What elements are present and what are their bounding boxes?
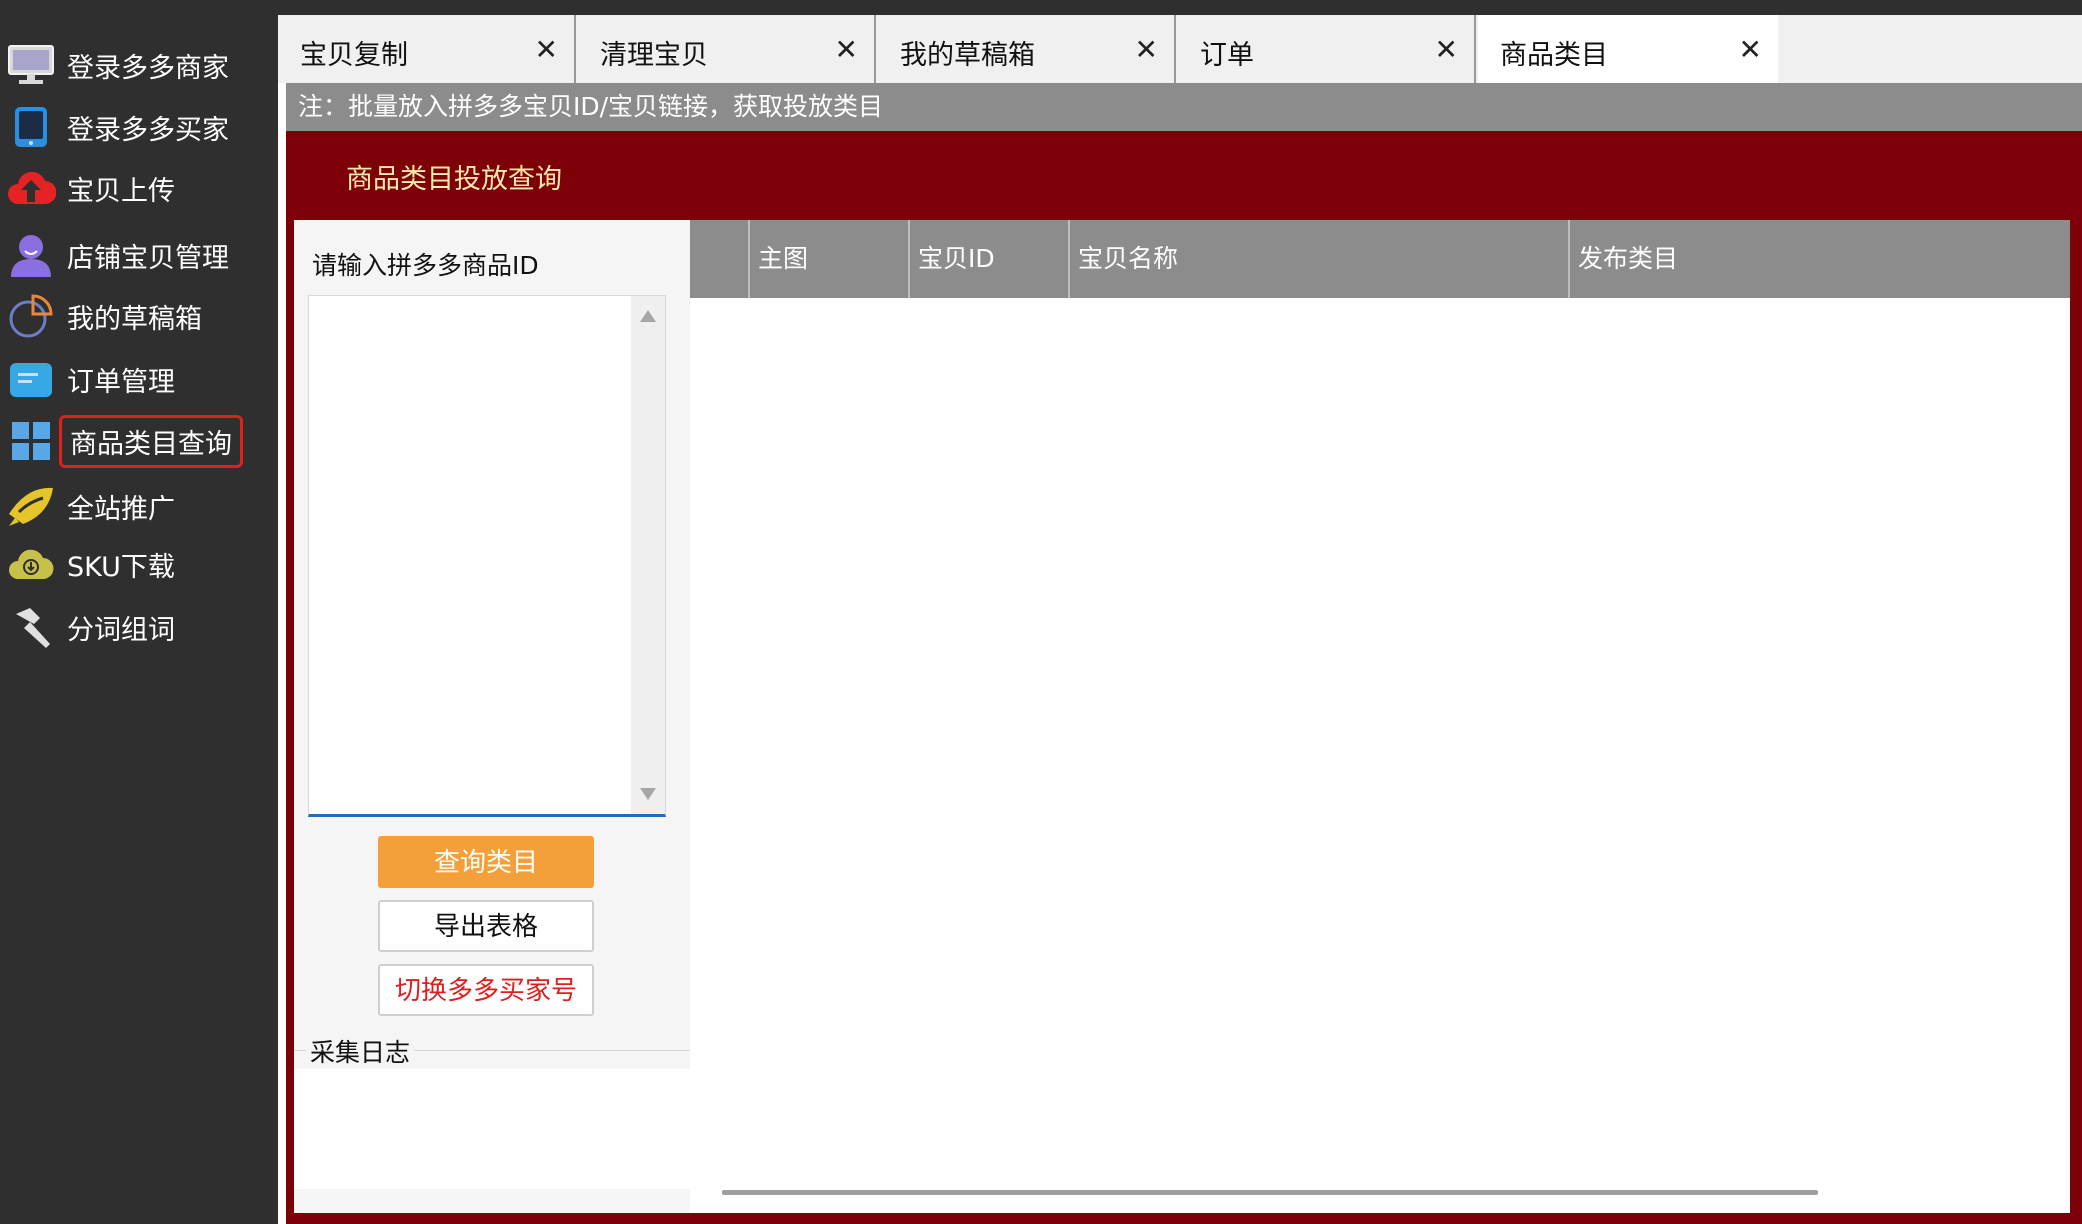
sidebar-item-login-merchant[interactable]: 登录多多商家 bbox=[0, 36, 278, 94]
results-grid: 主图 宝贝ID 宝贝名称 发布类目 bbox=[690, 220, 2070, 1213]
tab-drafts[interactable]: 我的草稿箱 ✕ bbox=[878, 15, 1176, 83]
collection-log-box[interactable] bbox=[294, 1069, 690, 1189]
sidebar-item-login-buyer[interactable]: 登录多多买家 bbox=[0, 98, 278, 156]
tab-item-copy[interactable]: 宝贝复制 ✕ bbox=[278, 15, 576, 83]
sidebar-item-segmentation[interactable]: 分词组词 bbox=[0, 598, 278, 656]
grid-icon bbox=[5, 415, 57, 467]
column-header-publish-category[interactable]: 发布类目 bbox=[1568, 220, 2070, 298]
tablet-icon bbox=[5, 101, 57, 153]
id-input-box bbox=[308, 295, 666, 817]
id-input-label: 请输入拼多多商品ID bbox=[312, 251, 539, 280]
main-window: 宝贝复制 ✕ 清理宝贝 ✕ 我的草稿箱 ✕ 订单 ✕ 商品类目 ✕ 注：批量放入… bbox=[278, 15, 2082, 1224]
sidebar-item-label: 我的草稿箱 bbox=[67, 303, 202, 335]
switch-buyer-account-button[interactable]: 切换多多买家号 bbox=[378, 964, 594, 1016]
sidebar: 登录多多商家 登录多多买家 宝贝上传 店铺宝贝管理 我的草稿箱 订单管理 商品类… bbox=[0, 0, 278, 1224]
column-header-main-image[interactable]: 主图 bbox=[748, 220, 908, 298]
scroll-down-icon[interactable] bbox=[640, 788, 656, 800]
notice-bar: 注：批量放入拼多多宝贝ID/宝贝链接，获取投放类目 bbox=[286, 83, 2082, 131]
column-header-select[interactable] bbox=[690, 220, 748, 298]
sidebar-item-upload[interactable]: 宝贝上传 bbox=[0, 159, 278, 217]
close-icon[interactable]: ✕ bbox=[1435, 33, 1458, 66]
horizontal-scrollbar[interactable] bbox=[722, 1190, 1818, 1195]
folder-icon bbox=[5, 353, 57, 405]
tab-label: 宝贝复制 bbox=[300, 40, 408, 71]
pie-chart-icon bbox=[5, 290, 57, 342]
cloud-upload-icon bbox=[5, 162, 57, 214]
tab-label: 商品类目 bbox=[1500, 40, 1608, 71]
sidebar-item-label: 登录多多买家 bbox=[67, 114, 229, 146]
hammer-icon bbox=[5, 601, 57, 653]
close-icon[interactable]: ✕ bbox=[535, 33, 558, 66]
sidebar-item-promotion[interactable]: 全站推广 bbox=[0, 477, 278, 535]
tab-clean-items[interactable]: 清理宝贝 ✕ bbox=[578, 15, 876, 83]
product-id-input[interactable] bbox=[309, 296, 629, 814]
sidebar-item-drafts[interactable]: 我的草稿箱 bbox=[0, 287, 278, 345]
collection-log-group: 采集日志 bbox=[294, 1033, 690, 1211]
sidebar-item-sku-download[interactable]: SKU下载 bbox=[0, 535, 278, 593]
user-icon bbox=[5, 229, 57, 281]
sidebar-item-orders[interactable]: 订单管理 bbox=[0, 350, 278, 408]
input-column: 请输入拼多多商品ID 查询类目 导出表格 切换多多买家号 采集日志 bbox=[294, 220, 694, 1213]
column-header-item-id[interactable]: 宝贝ID bbox=[908, 220, 1068, 298]
close-icon[interactable]: ✕ bbox=[1739, 33, 1762, 66]
content-frame: 注：批量放入拼多多宝贝ID/宝贝链接，获取投放类目 商品类目投放查询 请输入拼多… bbox=[286, 83, 2082, 1224]
tab-label: 订单 bbox=[1200, 40, 1254, 71]
export-table-button[interactable]: 导出表格 bbox=[378, 900, 594, 952]
sidebar-item-label: 订单管理 bbox=[67, 366, 175, 398]
sidebar-item-label: 商品类目查询 bbox=[59, 414, 243, 468]
sidebar-item-label: 宝贝上传 bbox=[67, 175, 175, 207]
rocket-icon bbox=[5, 480, 57, 532]
page-title: 商品类目投放查询 bbox=[346, 164, 562, 195]
scroll-up-icon[interactable] bbox=[640, 310, 656, 322]
collection-log-label: 采集日志 bbox=[306, 1033, 415, 1069]
grid-header: 主图 宝贝ID 宝贝名称 发布类目 bbox=[690, 220, 2070, 298]
cloud-download-icon bbox=[5, 538, 57, 590]
tab-orders[interactable]: 订单 ✕ bbox=[1178, 15, 1476, 83]
vertical-scrollbar[interactable] bbox=[631, 296, 665, 814]
tab-category[interactable]: 商品类目 ✕ bbox=[1478, 15, 1778, 83]
sidebar-item-label: 店铺宝贝管理 bbox=[67, 242, 229, 274]
content-panel: 请输入拼多多商品ID 查询类目 导出表格 切换多多买家号 采集日志 主图 宝贝I… bbox=[294, 220, 2070, 1213]
sidebar-item-label: 分词组词 bbox=[67, 614, 175, 646]
monitor-icon bbox=[5, 39, 57, 91]
query-category-button[interactable]: 查询类目 bbox=[378, 836, 594, 888]
sidebar-item-store-items[interactable]: 店铺宝贝管理 bbox=[0, 226, 278, 284]
sidebar-item-label: 全站推广 bbox=[67, 493, 175, 525]
close-icon[interactable]: ✕ bbox=[1135, 33, 1158, 66]
tab-bar: 宝贝复制 ✕ 清理宝贝 ✕ 我的草稿箱 ✕ 订单 ✕ 商品类目 ✕ bbox=[278, 15, 2082, 83]
sidebar-item-label: 登录多多商家 bbox=[67, 52, 229, 84]
sidebar-item-label: SKU下载 bbox=[67, 551, 175, 583]
tab-label: 清理宝贝 bbox=[600, 40, 708, 71]
tab-label: 我的草稿箱 bbox=[900, 40, 1035, 71]
column-header-item-name[interactable]: 宝贝名称 bbox=[1068, 220, 1568, 298]
sidebar-item-category-query[interactable]: 商品类目查询 bbox=[0, 412, 278, 470]
close-icon[interactable]: ✕ bbox=[835, 33, 858, 66]
